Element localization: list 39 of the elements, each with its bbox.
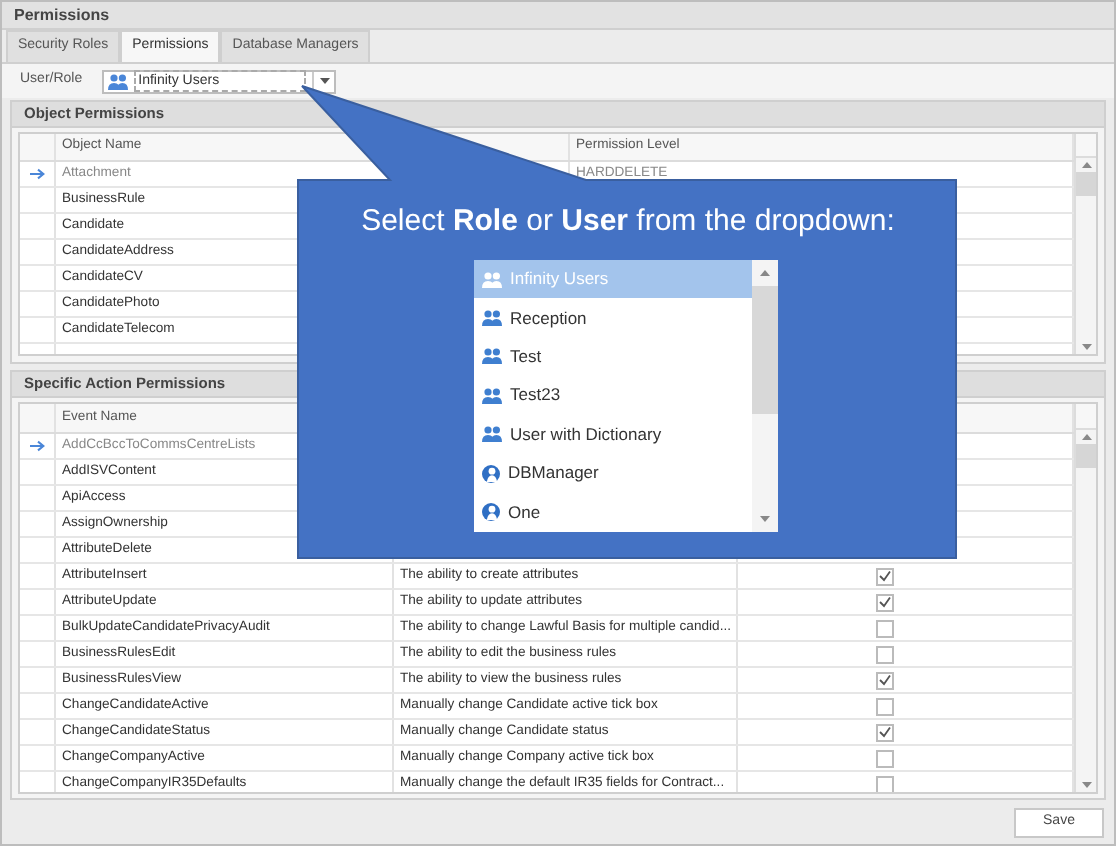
group-icon [482,348,502,365]
dropdown-option[interactable]: Reception [474,298,752,338]
group-icon [482,426,502,443]
scroll-thumb[interactable] [752,286,778,414]
checkbox[interactable] [875,671,893,689]
window-title: Permissions [14,3,110,27]
scroll-down-icon[interactable] [1081,344,1091,350]
checkbox[interactable] [875,697,893,715]
dropdown-option[interactable]: One [474,492,752,532]
user-icon [482,502,500,523]
group-icon [482,271,502,288]
row-pointer-icon [29,168,45,180]
scrollbar[interactable] [752,260,778,532]
checkbox[interactable] [875,619,893,637]
scrollbar[interactable] [1074,430,1096,792]
group-icon [482,387,502,404]
scroll-down-icon[interactable] [1081,782,1091,788]
scroll-up-icon[interactable] [1081,162,1091,168]
callout-text: Select Role or User from the dropdown: [359,202,897,242]
checkbox[interactable] [875,775,893,792]
dropdown-option[interactable]: Test [474,337,752,377]
scroll-down-icon[interactable] [760,516,770,522]
group-icon [482,310,502,327]
user-icon [482,463,500,484]
scroll-thumb[interactable] [1076,444,1096,468]
checkbox[interactable] [875,567,893,585]
dropdown-option[interactable]: DBManager [474,453,752,493]
scroll-up-icon[interactable] [1081,434,1091,440]
dropdown-option[interactable]: User with Dictionary [474,415,752,454]
checkbox[interactable] [875,749,893,767]
checkbox[interactable] [875,723,893,741]
scrollbar[interactable] [1074,158,1096,354]
dropdown-option[interactable]: Test23 [474,376,752,416]
checkbox[interactable] [875,593,893,611]
group-icon [108,73,129,89]
row-pointer-icon [29,440,45,452]
scroll-thumb[interactable] [1076,172,1096,196]
scroll-up-icon[interactable] [760,270,770,276]
checkbox[interactable] [875,645,893,663]
